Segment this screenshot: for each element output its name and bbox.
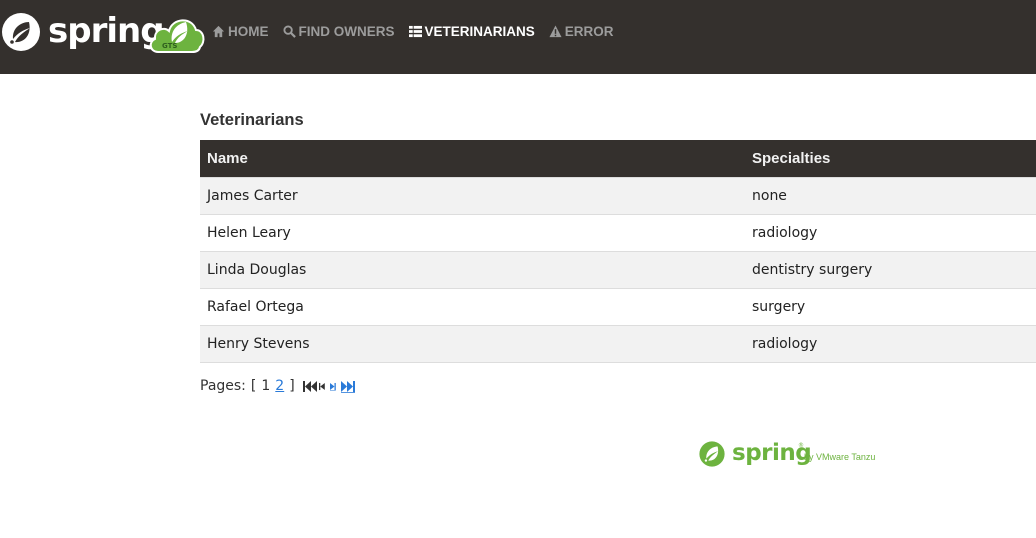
footer-tagline: by VMware Tanzu: [804, 452, 876, 462]
spring-brand-logo[interactable]: spring GTS: [0, 11, 206, 55]
nav-find-owners-label: FIND OWNERS: [298, 23, 395, 39]
table-header-row: Name Specialties: [200, 140, 1036, 177]
nav-home-label: HOME: [228, 23, 269, 39]
main-nav: HOME FIND OWNERS VETERINARIANS ERROR: [212, 20, 628, 42]
first-page-icon: [302, 380, 317, 392]
home-icon: [212, 25, 225, 37]
pages-close-bracket: ]: [289, 378, 295, 394]
pages-label: Pages:: [200, 378, 246, 394]
table-row: Linda Douglas dentistry surgery: [200, 250, 1036, 288]
previous-page-icon: [318, 382, 325, 390]
nav-veterinarians-label: VETERINARIANS: [424, 23, 535, 39]
veterinarians-table: Name Specialties James Carter none Helen…: [200, 140, 1036, 363]
page-2-link[interactable]: 2: [275, 378, 284, 394]
table-row: Rafael Ortega surgery: [200, 287, 1036, 325]
nav-veterinarians[interactable]: VETERINARIANS: [408, 23, 535, 39]
vet-specialties-cell: dentistry surgery: [745, 250, 1036, 288]
next-page-icon[interactable]: [329, 380, 339, 393]
vet-specialties-cell: none: [745, 176, 1036, 214]
vet-name-cell: Henry Stevens: [200, 324, 745, 363]
page-title: Veterinarians: [200, 111, 304, 129]
th-list-icon: [408, 25, 422, 37]
last-page-icon[interactable]: [340, 380, 355, 393]
nav-error[interactable]: ERROR: [549, 24, 614, 39]
column-header-name: Name: [200, 140, 745, 177]
main-content: Veterinarians Name Specialties James Car…: [200, 104, 1036, 394]
footer-spring-leaf-icon: [699, 441, 725, 467]
column-header-specialties: Specialties: [745, 140, 1036, 177]
warning-icon: [549, 24, 562, 37]
table-row: Henry Stevens radiology: [200, 324, 1036, 363]
vet-specialties-cell: radiology: [745, 213, 1036, 251]
table-row: James Carter none: [200, 176, 1036, 214]
nav-error-label: ERROR: [564, 23, 614, 39]
vet-name-cell: James Carter: [200, 176, 745, 214]
vet-name-cell: Linda Douglas: [200, 250, 745, 288]
pagination: Pages: [ 1 2 ]: [200, 377, 357, 395]
current-page-number: 1: [261, 378, 271, 394]
search-icon: [282, 24, 296, 38]
vet-specialties-cell: radiology: [745, 324, 1036, 363]
table-row: Helen Leary radiology: [200, 213, 1036, 251]
footer-spring-logo: spring ® by VMware Tanzu: [698, 438, 882, 470]
nav-home[interactable]: HOME: [212, 24, 269, 39]
gts-cloud-badge-icon: GTS: [149, 19, 205, 53]
vet-specialties-cell: surgery: [745, 287, 1036, 325]
nav-find-owners[interactable]: FIND OWNERS: [282, 23, 395, 39]
vet-name-cell: Rafael Ortega: [200, 287, 745, 325]
vet-name-cell: Helen Leary: [200, 213, 745, 251]
badge-text: GTS: [162, 42, 177, 50]
footer-trademark: ®: [798, 442, 804, 449]
pages-open-bracket: [: [250, 378, 257, 394]
spring-leaf-logo-icon: [2, 13, 40, 51]
top-navbar: spring GTS HOME FIND OWNERS VETERINARIAN…: [0, 0, 1036, 74]
